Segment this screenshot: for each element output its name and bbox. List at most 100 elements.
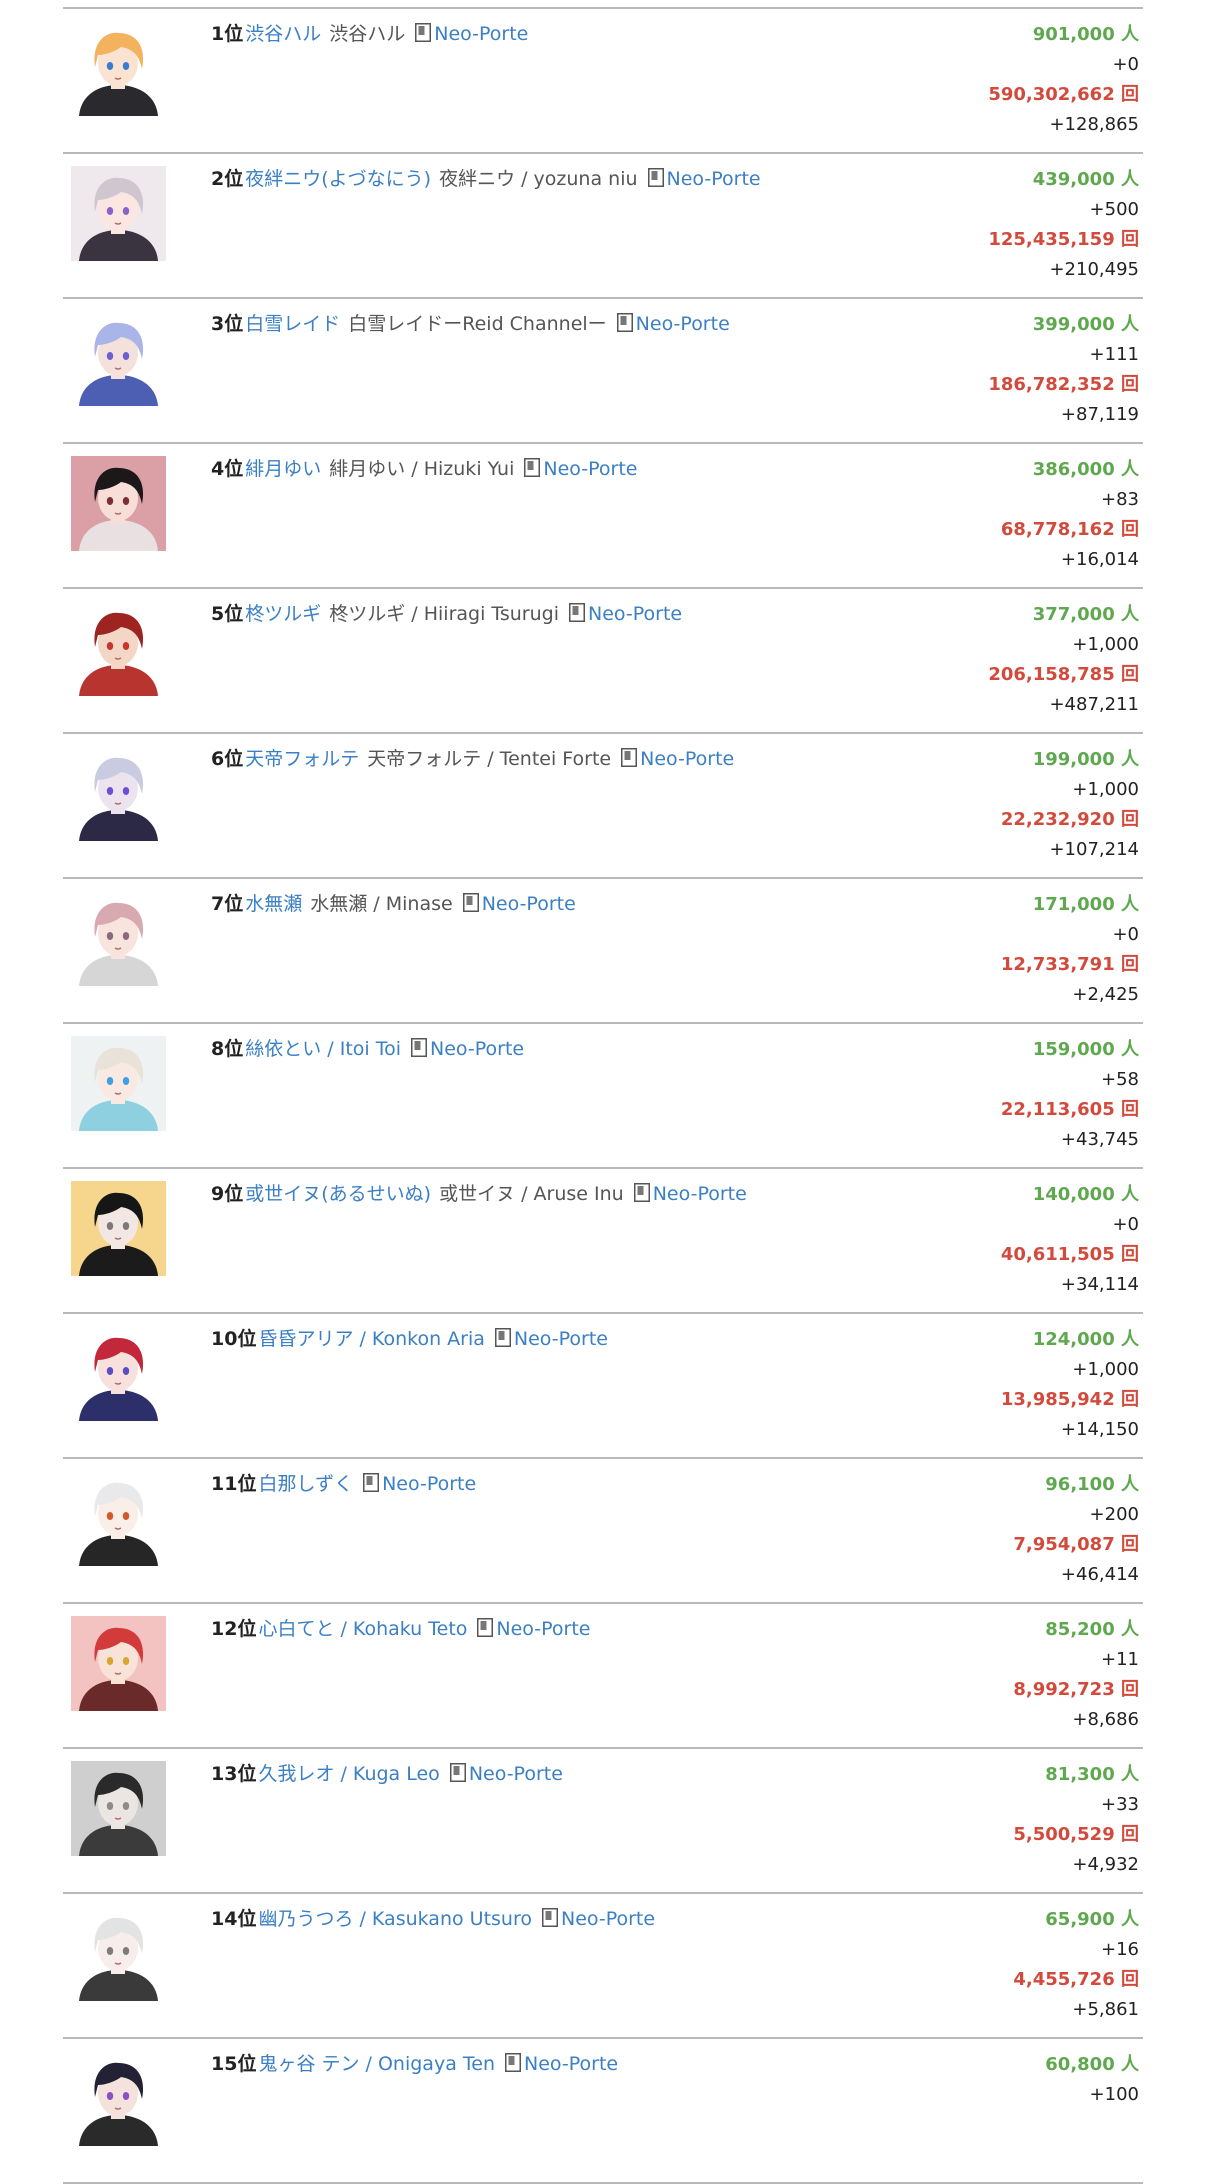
ranking-row: 5位 柊ツルギ 柊ツルギ / Hiiragi Tsurugi Neo-Porte 377… (63, 589, 1143, 734)
channel-name-link[interactable]: 水無瀬 (245, 893, 302, 915)
view-count: 125,435,159 回 (988, 229, 1139, 250)
channel-title-line: 6位 天帝フォルテ 天帝フォルテ / Tentei Forte Neo-Porte (211, 745, 813, 773)
channel-avatar[interactable] (71, 166, 166, 261)
channel-name-link[interactable]: 白那しずく (258, 1473, 353, 1495)
office-link[interactable]: Neo-Porte (382, 1473, 476, 1495)
channel-name-link[interactable]: 白雪レイド (245, 313, 340, 335)
office-link[interactable]: Neo-Porte (667, 168, 761, 190)
channel-title-line: 12位 心白てと / Kohaku Teto Neo-Porte (211, 1615, 813, 1643)
rank-label: 14位 (211, 1908, 257, 1930)
channel-avatar[interactable] (71, 1471, 166, 1566)
office-link[interactable]: Neo-Porte (469, 1763, 563, 1785)
view-count: 22,113,605 回 (1000, 1099, 1139, 1120)
rank-label: 6位 (211, 748, 244, 770)
channel-title-line: 10位 昏昏アリア / Konkon Aria Neo-Porte (211, 1325, 813, 1353)
office-link[interactable]: Neo-Porte (482, 893, 576, 915)
channel-avatar[interactable] (71, 311, 166, 406)
subscriber-change: +33 (1101, 1794, 1139, 1815)
channel-stats: 159,000 人 +58 22,113,605 回 +43,745 (1001, 1035, 1139, 1155)
subscriber-count: 439,000 人 (1032, 169, 1139, 190)
channel-avatar[interactable] (71, 1326, 166, 1421)
channel-title-line: 13位 久我レオ / Kuga Leo Neo-Porte (211, 1760, 813, 1788)
channel-name-link[interactable]: 天帝フォルテ (245, 748, 359, 770)
channel-stats: 140,000 人 +0 40,611,505 回 +34,114 (1001, 1180, 1139, 1300)
channel-name-link[interactable]: 昏昏アリア / Konkon Aria (258, 1328, 484, 1350)
channel-avatar[interactable] (71, 1761, 166, 1856)
channel-name-link[interactable]: 久我レオ / Kuga Leo (258, 1763, 439, 1785)
channel-stats: 65,900 人 +16 4,455,726 回 +5,861 (1013, 1905, 1139, 2025)
ranking-row: 7位 水無瀬 水無瀬 / Minase Neo-Porte 171,000 人 +0 12,… (63, 879, 1143, 1024)
channel-stats: 377,000 人 +1,000 206,158,785 回 +487,211 (988, 600, 1139, 720)
office-building-icon (415, 23, 432, 42)
channel-name-link[interactable]: 或世イヌ(あるせいぬ) (245, 1183, 431, 1205)
office-link[interactable]: Neo-Porte (561, 1908, 655, 1930)
view-change: +5,861 (1072, 1999, 1139, 2020)
channel-title-line: 9位 或世イヌ(あるせいぬ) 或世イヌ / Aruse Inu Neo-Porte (211, 1180, 813, 1208)
channel-title-line: 11位 白那しずく Neo-Porte (211, 1470, 813, 1498)
office-building-icon (477, 1618, 494, 1637)
channel-name-link[interactable]: 柊ツルギ (245, 603, 321, 625)
channel-stats: 60,800 人 +100 (1045, 2050, 1139, 2110)
channel-name-link[interactable]: 夜絆ニウ(よづなにう) (245, 168, 431, 190)
office-link[interactable]: Neo-Porte (524, 2053, 618, 2075)
office-building-icon (505, 2053, 521, 2072)
ranking-row: 8位 絲依とい / Itoi Toi Neo-Porte 159,000 人 +58 22… (63, 1024, 1143, 1169)
channel-stats: 399,000 人 +111 186,782,352 回 +87,119 (988, 310, 1139, 430)
office-link[interactable]: Neo-Porte (514, 1328, 608, 1350)
rank-label: 8位 (211, 1038, 244, 1060)
rank-label: 15位 (211, 2053, 257, 2075)
view-count: 68,778,162 回 (1000, 519, 1139, 540)
channel-name-link[interactable]: 緋月ゆい (245, 458, 321, 480)
view-change: +210,495 (1049, 259, 1139, 280)
rank-label: 5位 (211, 603, 244, 625)
office-building-icon (462, 893, 479, 912)
channel-title-line: 15位 鬼ヶ谷 テン / Onigaya Ten Neo-Porte (211, 2050, 813, 2078)
rank-label: 4位 (211, 458, 244, 480)
channel-avatar[interactable] (71, 2051, 166, 2146)
channel-avatar[interactable] (71, 746, 166, 841)
office-link[interactable]: Neo-Porte (496, 1618, 590, 1640)
channel-avatar[interactable] (71, 891, 166, 986)
channel-avatar[interactable] (71, 1906, 166, 2001)
subscriber-count: 96,100 人 (1045, 1474, 1139, 1495)
channel-alias: 白雪レイドーReid Channelー (348, 313, 607, 335)
channel-avatar[interactable] (71, 1616, 166, 1711)
view-count: 13,985,942 回 (1000, 1389, 1139, 1410)
subscriber-count: 386,000 人 (1032, 459, 1139, 480)
view-change: +14,150 (1060, 1419, 1139, 1440)
channel-avatar[interactable] (71, 601, 166, 696)
channel-name-link[interactable]: 心白てと / Kohaku Teto (258, 1618, 467, 1640)
office-link[interactable]: Neo-Porte (588, 603, 682, 625)
ranking-row: 12位 心白てと / Kohaku Teto Neo-Porte 85,200 人 +1… (63, 1604, 1143, 1749)
channel-name-link[interactable]: 渋谷ハル (245, 23, 321, 45)
channel-avatar[interactable] (71, 1181, 166, 1276)
channel-avatar[interactable] (71, 21, 166, 116)
channel-stats: 171,000 人 +0 12,733,791 回 +2,425 (1001, 890, 1139, 1010)
channel-alias: 或世イヌ / Aruse Inu (439, 1183, 624, 1205)
channel-stats: 124,000 人 +1,000 13,985,942 回 +14,150 (1001, 1325, 1139, 1445)
office-link[interactable]: Neo-Porte (543, 458, 637, 480)
office-building-icon (633, 1183, 650, 1202)
office-link[interactable]: Neo-Porte (636, 313, 730, 335)
channel-stats: 386,000 人 +83 68,778,162 回 +16,014 (1001, 455, 1139, 575)
office-link[interactable]: Neo-Porte (653, 1183, 747, 1205)
rank-label: 13位 (211, 1763, 257, 1785)
rank-label: 9位 (211, 1183, 244, 1205)
channel-name-link[interactable]: 鬼ヶ谷 テン / Onigaya Ten (258, 2053, 495, 2075)
office-building-icon (363, 1473, 380, 1492)
channel-avatar[interactable] (71, 1036, 166, 1131)
view-change: +8,686 (1072, 1709, 1139, 1730)
office-link[interactable]: Neo-Porte (640, 748, 734, 770)
channel-name-link[interactable]: 幽乃うつろ / Kasukano Utsuro (258, 1908, 532, 1930)
office-link[interactable]: Neo-Porte (430, 1038, 524, 1060)
channel-title-line: 3位 白雪レイド 白雪レイドーReid Channelー Neo-Porte (211, 310, 813, 338)
view-count: 5,500,529 回 (1013, 1824, 1139, 1845)
office-link[interactable]: Neo-Porte (434, 23, 528, 45)
subscriber-change: +0 (1112, 924, 1139, 945)
subscriber-change: +100 (1089, 2084, 1139, 2105)
channel-name-link[interactable]: 絲依とい / Itoi Toi (245, 1038, 401, 1060)
view-count: 40,611,505 回 (1000, 1244, 1139, 1265)
channel-alias: 柊ツルギ / Hiiragi Tsurugi (329, 603, 560, 625)
channel-stats: 199,000 人 +1,000 22,232,920 回 +107,214 (1001, 745, 1139, 865)
channel-avatar[interactable] (71, 456, 166, 551)
